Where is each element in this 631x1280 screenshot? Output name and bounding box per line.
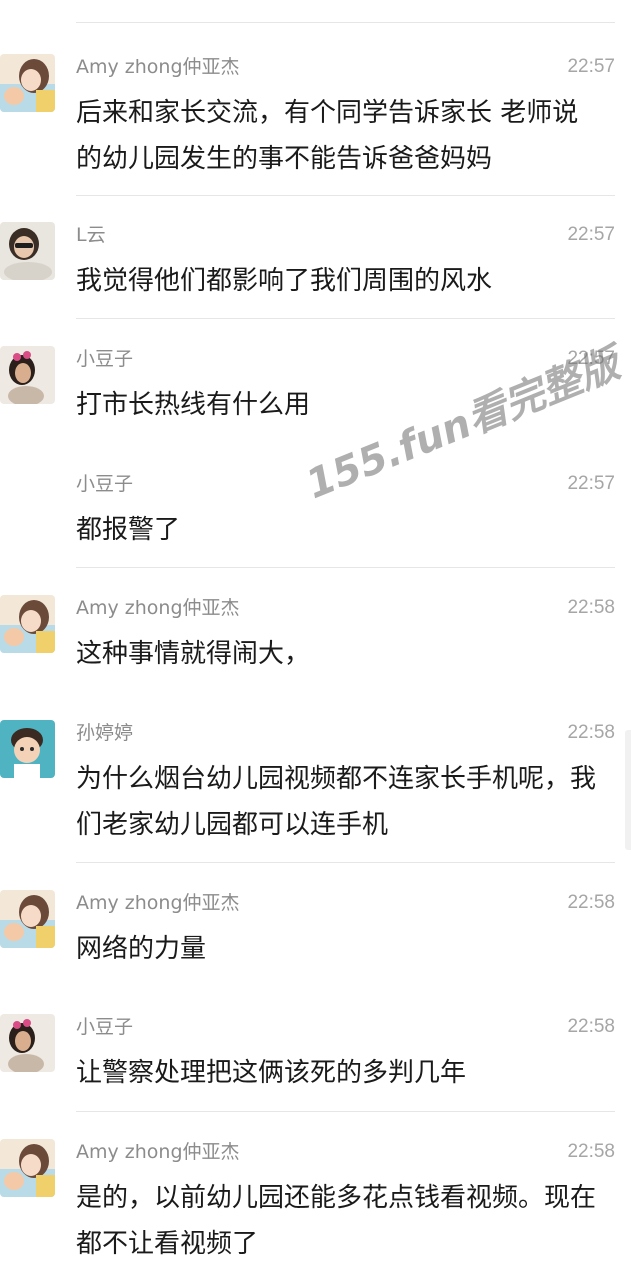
sun-tingting-avatar-icon[interactable]: [0, 720, 55, 778]
message-time: 22:57: [567, 56, 615, 77]
xiaodouzi-avatar-icon[interactable]: [0, 1014, 55, 1072]
divider: [76, 1111, 615, 1112]
message-time: 22:58: [567, 597, 615, 618]
message-text: 我觉得他们都影响了我们周围的风水: [76, 266, 493, 296]
divider: [76, 318, 615, 319]
sender-name[interactable]: 小豆子: [76, 471, 133, 497]
amy-avatar-icon[interactable]: [0, 54, 55, 112]
message-time: 22:58: [567, 892, 615, 913]
message-time: 22:58: [567, 1141, 615, 1162]
sender-name[interactable]: Amy zhong仲亚杰: [76, 595, 240, 621]
divider: [76, 195, 615, 196]
sender-name[interactable]: L云: [76, 222, 106, 248]
message-text: 是的，以前幼儿园还能多花点钱看视频。现在都不让看视频了: [76, 1183, 597, 1259]
sender-name[interactable]: 小豆子: [76, 346, 133, 372]
message-text: 都报警了: [76, 515, 181, 545]
message-text: 为什么烟台幼儿园视频都不连家长手机呢，我们老家幼儿园都可以连手机: [76, 764, 597, 840]
message-time: 22:57: [567, 224, 615, 245]
sender-name[interactable]: 孙婷婷: [76, 720, 133, 746]
divider: [76, 22, 615, 23]
sender-name[interactable]: Amy zhong仲亚杰: [76, 54, 240, 80]
message-time: 22:57: [567, 473, 615, 494]
divider: [76, 567, 615, 568]
scrollbar[interactable]: [625, 730, 631, 850]
xiaodouzi-avatar-icon[interactable]: [0, 346, 55, 404]
message-time: 22:58: [567, 722, 615, 743]
amy-avatar-icon[interactable]: [0, 1139, 55, 1197]
message-text: 打市长热线有什么用: [76, 390, 311, 420]
sender-name[interactable]: Amy zhong仲亚杰: [76, 890, 240, 916]
message-text: 这种事情就得闹大，: [76, 639, 311, 669]
message-text: 让警察处理把这俩该死的多判几年: [76, 1058, 467, 1088]
sender-name[interactable]: Amy zhong仲亚杰: [76, 1139, 240, 1165]
divider: [76, 862, 615, 863]
message-time: 22:58: [567, 1016, 615, 1037]
sender-name[interactable]: 小豆子: [76, 1014, 133, 1040]
message-text: 网络的力量: [76, 934, 207, 964]
message-text: 后来和家长交流，有个同学告诉家长 老师说的幼儿园发生的事不能告诉爸爸妈妈: [76, 98, 579, 174]
amy-avatar-icon[interactable]: [0, 890, 55, 948]
amy-avatar-icon[interactable]: [0, 595, 55, 653]
l-yun-avatar-icon[interactable]: [0, 222, 55, 280]
chat-history[interactable]: Amy zhong仲亚杰 22:57 后来和家长交流，有个同学告诉家长 老师说的…: [0, 0, 631, 1280]
message-time: 22:57: [567, 348, 615, 369]
